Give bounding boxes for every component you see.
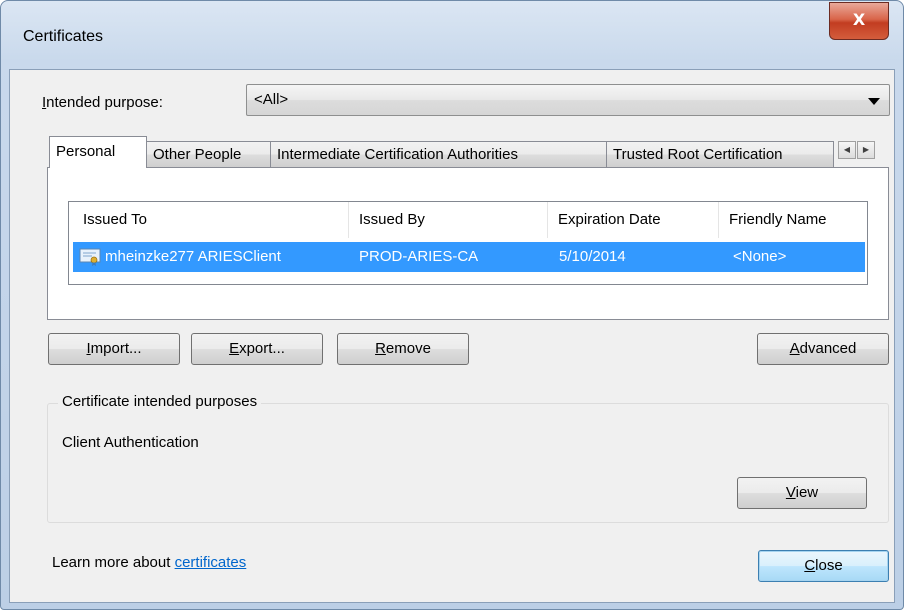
tab-scroll-left-button[interactable]: ◀: [838, 141, 856, 159]
remove-button[interactable]: Remove: [337, 333, 469, 365]
certificate-icon: [79, 248, 101, 266]
column-header-expiration-date[interactable]: Expiration Date: [558, 211, 661, 228]
cell-friendly-name: <None>: [733, 248, 787, 265]
learn-more-text: Learn more about certificates: [52, 554, 247, 571]
tab-personal[interactable]: Personal: [49, 136, 147, 168]
advanced-button[interactable]: Advanced: [757, 333, 889, 365]
intended-purpose-value: <All>: [254, 91, 289, 108]
cell-issued-to: mheinzke277 ARIESClient: [105, 248, 281, 265]
column-divider[interactable]: [718, 202, 719, 238]
import-button[interactable]: Import...: [48, 333, 180, 365]
column-divider[interactable]: [547, 202, 548, 238]
cell-issued-by: PROD-ARIES-CA: [359, 248, 479, 265]
window-close-button[interactable]: X: [829, 2, 889, 40]
dialog-body: Intended purpose: <All> Personal Other P…: [9, 69, 895, 603]
certificate-list[interactable]: Issued To Issued By Expiration Date Frie…: [68, 201, 868, 285]
window-title: Certificates: [23, 28, 104, 45]
view-button[interactable]: View: [737, 477, 867, 509]
group-title: Certificate intended purposes: [58, 393, 262, 410]
tab-other-people[interactable]: Other People: [146, 141, 271, 167]
tab-scroll-right-button[interactable]: ▶: [857, 141, 875, 159]
title-bar[interactable]: Certificates X: [1, 1, 903, 69]
column-header-issued-by[interactable]: Issued By: [359, 211, 425, 228]
certificates-window: Certificates X Intended purpose: <All> P…: [0, 0, 904, 610]
tab-trusted-root-ca[interactable]: Trusted Root Certification: [606, 141, 834, 167]
table-row[interactable]: mheinzke277 ARIESClient PROD-ARIES-CA 5/…: [73, 242, 865, 272]
export-button[interactable]: Export...: [191, 333, 323, 365]
arrow-right-icon: ▶: [862, 145, 870, 154]
close-icon: X: [852, 10, 866, 29]
intended-purpose-dropdown[interactable]: <All>: [246, 84, 890, 116]
close-button[interactable]: Close: [758, 550, 889, 582]
arrow-left-icon: ◀: [843, 145, 851, 154]
column-header-issued-to[interactable]: Issued To: [83, 211, 147, 228]
intended-purposes-text: Client Authentication: [62, 434, 199, 451]
intended-purposes-group: Certificate intended purposes Client Aut…: [47, 393, 889, 523]
certificates-link[interactable]: certificates: [175, 554, 247, 571]
column-header-friendly-name[interactable]: Friendly Name: [729, 211, 827, 228]
tab-intermediate-ca[interactable]: Intermediate Certification Authorities: [270, 141, 607, 167]
chevron-down-icon: [868, 98, 880, 105]
cell-expiration-date: 5/10/2014: [559, 248, 626, 265]
tab-panel-personal: Issued To Issued By Expiration Date Frie…: [47, 167, 889, 320]
column-divider[interactable]: [348, 202, 349, 238]
intended-purpose-label: Intended purpose:: [42, 94, 163, 111]
